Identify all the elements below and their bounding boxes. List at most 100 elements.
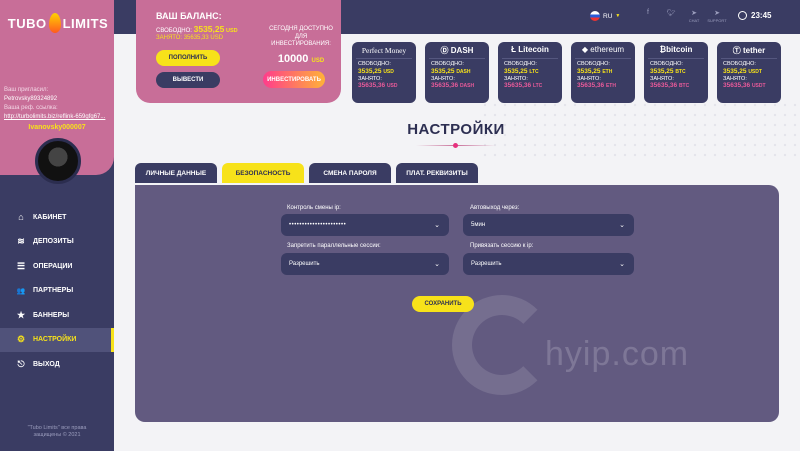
chevron-down-icon: ▼ <box>615 13 621 19</box>
sidebar: TUBO LIMITS Ваш пригласил: Petrovsky8932… <box>0 0 114 451</box>
wallet-card-bitcoin[interactable]: ₿bitcoin СВОБОДНО: 3535,25 BTC ЗАНЯТО: 3… <box>644 42 708 103</box>
tab-change-password[interactable]: СМЕНА ПАРОЛЯ <box>309 163 391 183</box>
sidebar-item-label: НАСТРОЙКИ <box>33 336 77 344</box>
free-value: 3535,25 ETH <box>577 67 613 75</box>
chevron-down-icon: ⌄ <box>619 261 625 268</box>
ip-control-select[interactable]: •••••••••••••••••••••• ⌄ <box>281 214 449 236</box>
chevron-down-icon: ⌄ <box>619 222 625 229</box>
ip-control-value: •••••••••••••••••••••• <box>289 222 347 228</box>
save-button[interactable]: СОХРАНИТЬ <box>412 296 474 312</box>
divider <box>356 58 412 59</box>
wallet-card-dash[interactable]: Ⓓ DASH СВОБОДНО: 3535,25 DASH ЗАНЯТО: 35… <box>425 42 489 103</box>
invest-amount-value: 10000 <box>277 53 309 65</box>
watermark: hyip.com <box>545 335 690 373</box>
logo-text-left: TUBO <box>7 15 47 31</box>
parallel-sessions-select[interactable]: Разрешить ⌄ <box>281 253 449 275</box>
support-label: SUPPORT <box>707 18 727 23</box>
clock: 23:45 <box>738 11 771 20</box>
balance-title: ВАШ БАЛАНС: <box>156 11 222 21</box>
litecoin-logo: Ł Litecoin <box>511 45 549 54</box>
autologout-label: Автовыход через: <box>470 205 520 211</box>
parallel-sessions-label: Запретить параллельные сессии: <box>287 243 381 249</box>
title-dot <box>453 143 458 148</box>
copyright-line1: "Tubo Limits" все права <box>27 425 87 431</box>
star-icon: ★ <box>16 309 26 320</box>
sidebar-item-settings[interactable]: ⚙ НАСТРОЙКИ <box>0 327 114 352</box>
telegram-support-link[interactable]: ➤ SUPPORT <box>707 9 727 23</box>
language-selector[interactable]: RU ▼ <box>590 11 620 21</box>
sidebar-item-label: ПАРТНЕРЫ <box>33 287 74 295</box>
tab-payment-details[interactable]: ПЛАТ. РЕКВИЗИТЫ <box>396 163 478 183</box>
invest-amount-currency: USD <box>311 58 325 64</box>
logo-text-right: LIMITS <box>62 15 109 31</box>
security-settings-panel: hyip.com Контроль смены ip: ••••••••••••… <box>135 185 779 422</box>
users-icon: 👥 <box>16 287 26 295</box>
ref-link[interactable]: http://turbolimits.biz/reflink-659gfg67.… <box>4 113 110 122</box>
ethereum-logo: ◆ ethereum <box>581 45 625 54</box>
sidebar-item-logout[interactable]: ⎋ ВЫХОД <box>0 352 114 377</box>
divider <box>648 58 704 59</box>
tab-security[interactable]: БЕЗОПАСНОСТЬ <box>222 163 304 183</box>
sidebar-item-cabinet[interactable]: ⌂ КАБИНЕТ <box>0 205 114 230</box>
wallet-card-perfect-money[interactable]: Perfect Money СВОБОДНО: 3535,25 USD ЗАНЯ… <box>352 42 416 103</box>
chat-label: CHAT <box>688 18 700 23</box>
parallel-sessions-value: Разрешить <box>289 261 320 267</box>
tab-personal-data[interactable]: ЛИЧНЫЕ ДАННЫЕ <box>135 163 217 183</box>
logout-icon: ⎋ <box>17 358 25 369</box>
bitcoin-logo: ₿bitcoin <box>659 45 693 54</box>
free-value: 3535,25 DASH <box>431 67 471 75</box>
ref-link-label: Ваша реф. ссылка: <box>4 105 58 111</box>
sidebar-item-partners[interactable]: 👥 ПАРТНЕРЫ <box>0 279 114 304</box>
copyright-line2: защищены © 2021 <box>33 432 81 438</box>
balance-free-value: 3535,25 <box>193 24 225 34</box>
sidebar-item-banners[interactable]: ★ БАННЕРЫ <box>0 303 114 328</box>
language-code: RU <box>603 12 613 20</box>
busy-value: 35635,36 USDT <box>723 82 766 89</box>
sidebar-item-deposits[interactable]: ≋ ДЕПОЗИТЫ <box>0 230 114 255</box>
divider <box>575 58 631 59</box>
free-value: 3535,25 LTC <box>504 67 539 75</box>
divider <box>721 58 777 59</box>
wallet-card-tether[interactable]: Ⓣ tether СВОБОДНО: 3535,25 USDT ЗАНЯТО: … <box>717 42 781 103</box>
deposit-button[interactable]: ПОПОЛНИТЬ <box>156 50 220 66</box>
sidebar-item-label: КАБИНЕТ <box>33 213 67 221</box>
bind-session-label: Привязать сессию к ip: <box>470 243 534 249</box>
inviter-label: Ваш пригласил: <box>4 87 49 93</box>
divider <box>502 58 558 59</box>
wallet-card-ethereum[interactable]: ◆ ethereum СВОБОДНО: 3535,25 ETH ЗАНЯТО:… <box>571 42 635 103</box>
settings-tabs: ЛИЧНЫЕ ДАННЫЕ БЕЗОПАСНОСТЬ СМЕНА ПАРОЛЯ … <box>135 163 478 183</box>
free-value: 3535,25 USDT <box>723 67 762 75</box>
autologout-value: 5мин <box>471 222 486 228</box>
balance-free-currency: USD <box>226 28 238 34</box>
russia-flag-icon <box>590 11 600 21</box>
autologout-select[interactable]: 5мин ⌄ <box>463 214 634 236</box>
facebook-link[interactable]: f <box>640 9 656 23</box>
free-value: 3535,25 BTC <box>650 67 686 75</box>
bind-session-select[interactable]: Разрешить ⌄ <box>463 253 634 275</box>
busy-value: 35635,36 BTC <box>650 82 690 89</box>
ip-control-label: Контроль смены ip: <box>287 205 341 211</box>
clock-time: 23:45 <box>751 11 772 20</box>
wallet-cards: Perfect Money СВОБОДНО: 3535,25 USD ЗАНЯ… <box>352 42 781 103</box>
twitter-link[interactable]: 🐦︎ <box>663 9 679 23</box>
sidebar-item-label: ОПЕРАЦИИ <box>33 262 73 270</box>
invest-amount: 10000 USD <box>266 53 336 65</box>
balance-free-label: СВОБОДНО: <box>156 28 192 34</box>
copyright: "Tubo Limits" все права защищены © 2021 <box>0 425 114 439</box>
telegram-chat-link[interactable]: ➤ CHAT <box>686 9 702 23</box>
wallet-card-litecoin[interactable]: Ł Litecoin СВОБОДНО: 3535,25 LTC ЗАНЯТО:… <box>498 42 562 103</box>
sidebar-item-operations[interactable]: ☰ ОПЕРАЦИИ <box>0 254 114 279</box>
social-links: f 🐦︎ ➤ CHAT ➤ SUPPORT <box>640 9 727 23</box>
page-title: НАСТРОЙКИ <box>407 121 505 138</box>
telegram-icon: ➤ <box>691 10 697 17</box>
facebook-icon: f <box>647 9 649 16</box>
avatar[interactable] <box>35 138 81 184</box>
balance-busy-value: 35635,33 USD <box>183 35 224 41</box>
logo[interactable]: TUBO LIMITS <box>6 10 110 36</box>
free-value: 3535,25 USD <box>358 67 394 75</box>
home-icon: ⌂ <box>18 212 24 223</box>
withdraw-button[interactable]: ВЫВЕСТИ <box>156 72 220 88</box>
list-icon: ☰ <box>16 260 26 271</box>
chevron-down-icon: ⌄ <box>434 261 440 268</box>
invest-button[interactable]: ИНВЕСТИРОВАТЬ <box>263 71 325 88</box>
